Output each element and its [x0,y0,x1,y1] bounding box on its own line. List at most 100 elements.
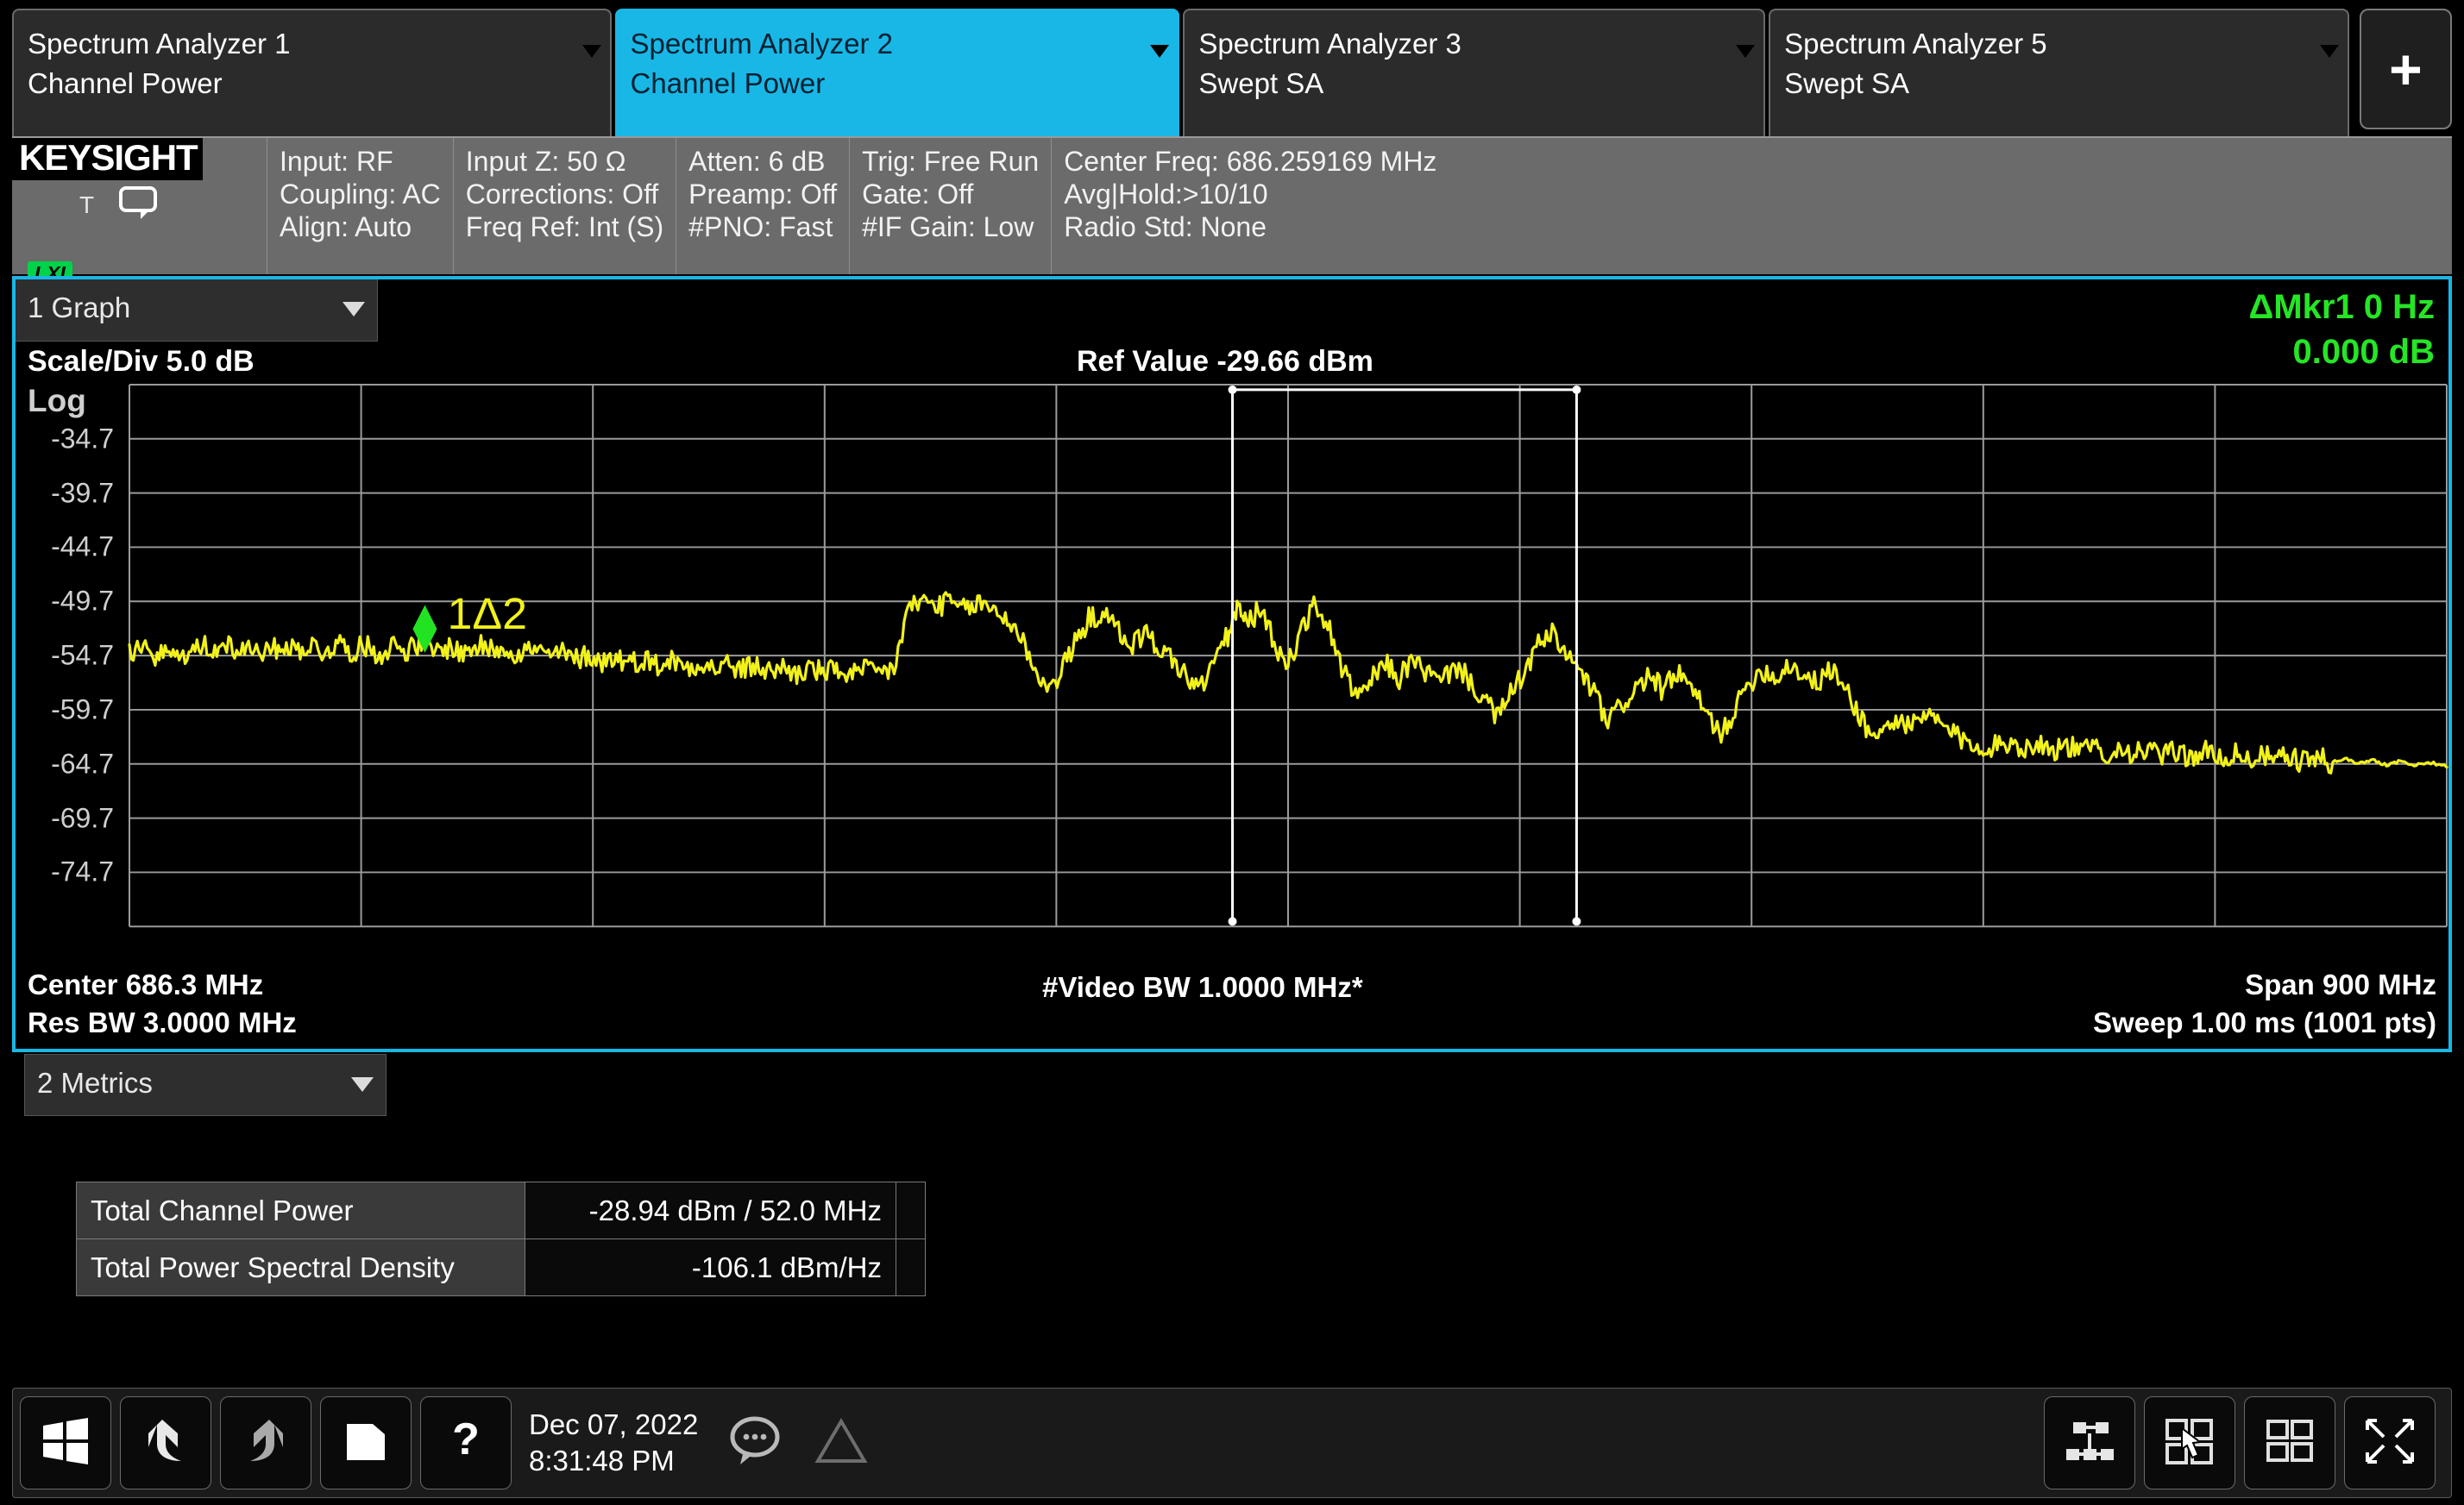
touch-select-button[interactable] [2144,1396,2235,1489]
status-if-gain: #IF Gain: Low [862,211,1034,242]
y-tick-label: -74.7 [51,856,114,887]
status-align: Align: Auto [280,211,412,242]
y-tick-label: -34.7 [51,423,114,455]
chevron-down-icon [581,45,601,58]
metrics-panel: 2 Metrics Total Channel Power -28.94 dBm… [12,1054,2452,1313]
triangle-icon [814,1416,868,1471]
status-freq-ref: Freq Ref: Int (S) [465,211,664,242]
graph-selector[interactable]: 1 Graph [16,279,378,342]
marker-delta-amplitude: 0.000 dB [2292,333,2435,371]
graph-footer-left: Center 686.3 MHz Res BW 3.0000 MHz [28,966,297,1042]
marker-delta-frequency: ΔMkr1 0 Hz [2248,288,2436,326]
status-corrections: Corrections: Off [465,179,659,210]
tab-mode: Channel Power [630,67,826,99]
spectrum-analyzer-app: Spectrum Analyzer 1 Channel Power Spectr… [0,0,2464,1505]
plot-area[interactable]: -34.7 -39.7 -44.7 -49.7 -54.7 -59.7 -64.7 -69.7… [16,381,2448,945]
y-tick-label: -49.7 [51,585,114,617]
windows-icon [41,1417,91,1470]
y-tick-label: -59.7 [51,693,114,725]
graph-footer-right: Span 900 MHz Sweep 1.00 ms (1001 pts) [2093,966,2436,1042]
messages-button[interactable] [712,1396,798,1489]
network-button[interactable] [2044,1396,2135,1489]
svg-text:?: ? [452,1416,480,1464]
collapse-button[interactable] [2344,1396,2436,1489]
metric-value: -106.1 dBm/Hz [525,1238,896,1296]
chevron-down-icon [1736,45,1756,58]
y-tick-label: -39.7 [51,477,114,509]
res-bw-label: Res BW 3.0000 MHz [28,1006,297,1038]
metrics-selector[interactable]: 2 Metrics [24,1054,387,1116]
svg-text:1Δ2: 1Δ2 [447,589,527,639]
metrics-selector-label: 2 Metrics [37,1067,153,1099]
keysight-logo: KEYSIGHT [12,138,203,180]
status-trig: Trig: Free Run [862,146,1040,177]
add-tab-button[interactable]: + [2359,9,2452,129]
collapse-arrows-icon [2363,1416,2417,1471]
status-preamp: Preamp: Off [688,179,838,210]
status-gate: Gate: Off [862,179,974,210]
chevron-down-icon [343,302,365,317]
status-radio-std: Radio Std: None [1064,211,1267,242]
trigger-indicator: T [79,191,95,219]
redo-button[interactable] [220,1396,311,1489]
scale-per-division-label: Scale/Div 5.0 dB [28,345,255,378]
folder-icon [342,1417,390,1470]
spectrum-trace-chart: 1Δ2 [128,383,2448,928]
y-tick-label: -44.7 [51,530,114,562]
tab-title: Spectrum Analyzer 1 [28,28,291,60]
tab-spectrum-analyzer-3[interactable]: Spectrum Analyzer 3 Swept SA [1183,9,1766,136]
status-column-input: Input: RF Coupling: AC Align: Auto [267,138,454,274]
tab-spectrum-analyzer-1[interactable]: Spectrum Analyzer 1 Channel Power [12,9,612,136]
y-tick-label: -69.7 [51,802,114,834]
status-center-freq: Center Freq: 686.259169 MHz [1064,146,1437,177]
status-pno: #PNO: Fast [688,211,833,242]
table-row: Total Channel Power -28.94 dBm / 52.0 MH… [76,1182,926,1239]
grid-layout-icon [2264,1417,2316,1470]
center-frequency-label: Center 686.3 MHz [28,969,264,1000]
time-text: 8:31:48 PM [529,1445,675,1477]
tab-title: Spectrum Analyzer 2 [630,28,894,60]
sweep-label: Sweep 1.00 ms (1001 pts) [2092,1006,2436,1038]
status-input-z: Input Z: 50 Ω [465,146,626,177]
status-column-impedance: Input Z: 50 Ω Corrections: Off Freq Ref:… [454,138,677,274]
graph-panel[interactable]: 1 Graph ΔMkr1 0 Hz 0.000 dB Scale/Div 5.… [12,276,2452,1052]
tab-mode: Channel Power [28,67,223,99]
touch-select-icon [2163,1416,2216,1471]
table-row: Total Power Spectral Density -106.1 dBm/… [76,1238,926,1296]
date-text: Dec 07, 2022 [529,1408,699,1440]
alerts-button[interactable] [798,1396,884,1489]
video-bw-label: #Video BW 1.0000 MHz* [1042,971,1363,1003]
status-input-rf: Input: RF [280,146,393,177]
tab-mode: Swept SA [1784,67,1910,99]
metric-spacer [896,1238,926,1296]
layout-grid-button[interactable] [2244,1396,2335,1489]
tab-mode: Swept SA [1198,67,1324,99]
tab-spectrum-analyzer-5[interactable]: Spectrum Analyzer 5 Swept SA [1769,9,2349,136]
message-bubble-icon [726,1414,783,1472]
y-axis-tick-labels: -34.7 -39.7 -44.7 -49.7 -54.7 -59.7 -64.7 -69.7… [16,381,117,945]
metric-name: Total Channel Power [76,1182,525,1239]
undo-icon [140,1416,192,1471]
status-atten: Atten: 6 dB [688,146,826,177]
status-column-atten: Atten: 6 dB Preamp: Off #PNO: Fast [676,138,851,274]
metrics-table: Total Channel Power -28.94 dBm / 52.0 MH… [76,1182,926,1296]
chevron-down-icon [351,1077,374,1092]
marker-readout: ΔMkr1 0 Hz 0.000 dB [2249,285,2436,374]
status-coupling: Coupling: AC [280,179,441,210]
status-avg-hold: Avg|Hold:>10/10 [1064,179,1268,210]
chevron-down-icon [2319,45,2339,58]
redo-icon [240,1416,292,1471]
tab-title: Spectrum Analyzer 5 [1784,28,2047,60]
tab-spectrum-analyzer-2[interactable]: Spectrum Analyzer 2 Channel Power [614,9,1180,136]
windows-start-button[interactable] [20,1396,111,1489]
help-icon: ? [447,1414,485,1471]
undo-button[interactable] [120,1396,211,1489]
datetime-display: Dec 07, 2022 8:31:48 PM [520,1407,712,1479]
file-open-button[interactable] [320,1396,412,1489]
help-button[interactable]: ? [420,1396,512,1489]
metric-value: -28.94 dBm / 52.0 MHz [525,1182,896,1239]
chevron-down-icon[interactable] [1150,45,1170,58]
status-column-trigger: Trig: Free Run Gate: Off #IF Gain: Low [850,138,1053,274]
y-tick-label: -64.7 [51,748,114,780]
status-indicators: T [12,180,267,226]
